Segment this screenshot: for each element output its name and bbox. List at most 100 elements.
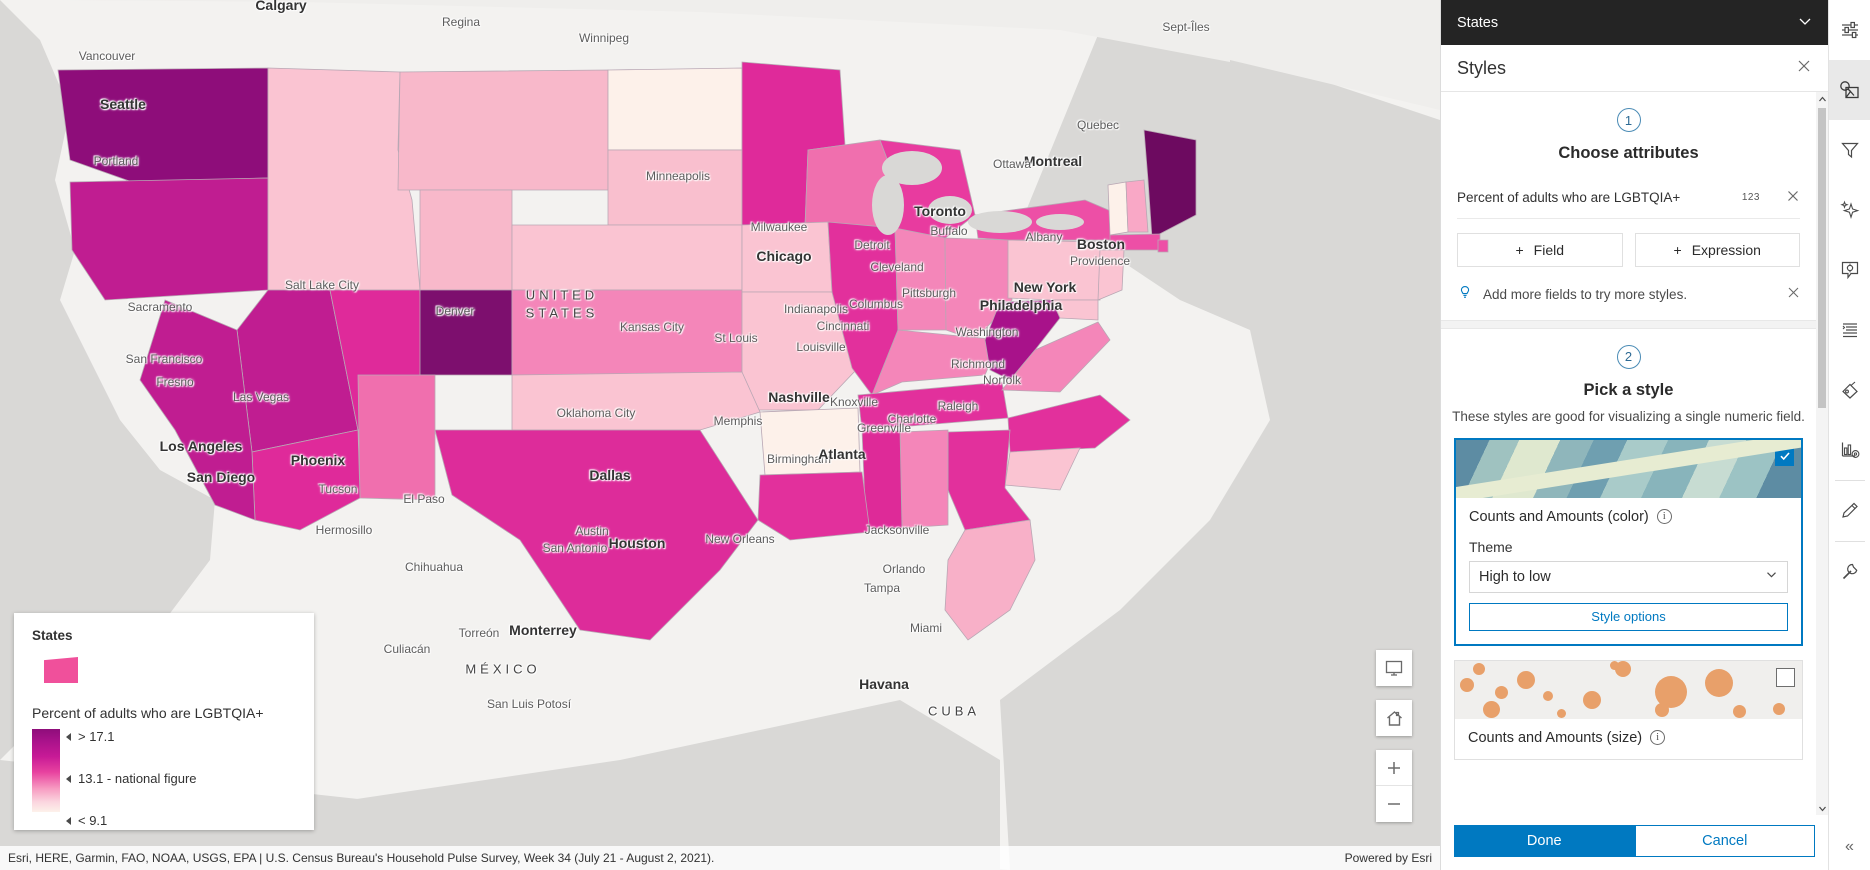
plus-icon xyxy=(1388,761,1400,774)
rail-item-styles[interactable] xyxy=(1828,60,1870,120)
plus-icon: + xyxy=(1673,241,1682,258)
labels-icon xyxy=(1842,323,1857,338)
step-2-title: Pick a style xyxy=(1583,380,1674,399)
style-title: Counts and Amounts (color) xyxy=(1469,508,1649,525)
style-card-title-row: Counts and Amounts (size) i xyxy=(1468,730,1789,746)
add-field-button[interactable]: + Field xyxy=(1457,232,1623,267)
legend-color-ramp xyxy=(32,729,60,812)
add-field-label: Field xyxy=(1533,241,1565,258)
panel-header: States xyxy=(1441,0,1828,45)
rail-item-edit[interactable] xyxy=(1829,481,1870,541)
legend-tick-label: > 17.1 xyxy=(78,729,115,744)
legend-field-label: Percent of adults who are LGBTQIA+ xyxy=(32,705,264,721)
zoom-in-button[interactable] xyxy=(1376,750,1412,786)
effects-icon xyxy=(1839,200,1859,220)
attribute-type-badge: 123 xyxy=(1741,191,1760,203)
style-options-button[interactable]: Style options xyxy=(1469,602,1788,631)
tip-row: Add more fields to try more styles. xyxy=(1457,285,1800,304)
bubble-dot xyxy=(1517,670,1535,689)
panel-subheader-title: Styles xyxy=(1457,57,1507,78)
theme-label: Theme xyxy=(1469,538,1513,555)
lightbulb-icon xyxy=(1457,285,1473,304)
info-icon[interactable]: i xyxy=(1650,730,1666,745)
filter-icon xyxy=(1840,142,1859,159)
step-1-badge: 1 xyxy=(1616,108,1641,132)
bubble-dot xyxy=(1733,704,1746,718)
scroll-up-arrow-icon[interactable] xyxy=(1816,92,1828,106)
tip-text: Add more fields to try more styles. xyxy=(1483,286,1688,302)
add-attribute-buttons: + Field + Expression xyxy=(1457,232,1800,267)
attribution-bar: Esri, HERE, Garmin, FAO, NOAA, USGS, EPA… xyxy=(0,846,1440,870)
styles-icon xyxy=(1840,80,1859,98)
legend-tick-arrow-icon xyxy=(66,816,71,825)
style-card-body: Counts and Amounts (size) i xyxy=(1455,719,1802,759)
scroll-down-arrow-icon[interactable] xyxy=(1816,801,1828,815)
zoom-out-button[interactable] xyxy=(1376,786,1412,822)
legend-title: States xyxy=(32,628,73,643)
style-card-counts-and-amounts-size[interactable]: Counts and Amounts (size) i xyxy=(1454,659,1803,760)
checkbox-checked-icon[interactable] xyxy=(1775,446,1794,466)
panel-scroll-area: 1 Choose attributes Percent of adults wh… xyxy=(1441,92,1816,815)
bubble-dot xyxy=(1473,662,1485,675)
bubble-dot xyxy=(1705,668,1733,697)
collapse-panel-button[interactable]: « xyxy=(1829,824,1870,870)
step-2-badge: 2 xyxy=(1616,344,1641,369)
dismiss-tip-icon[interactable] xyxy=(1787,286,1800,302)
bubble-dot xyxy=(1610,660,1619,670)
plus-icon: + xyxy=(1515,241,1524,258)
close-icon[interactable] xyxy=(1796,58,1812,79)
home-button[interactable] xyxy=(1376,700,1412,736)
rail-item-fields[interactable] xyxy=(1829,300,1870,360)
legend-panel: States Percent of adults who are LGBTQIA… xyxy=(14,613,314,830)
panel-body: 1 Choose attributes Percent of adults wh… xyxy=(1441,92,1828,815)
step-2-description: These styles are good for visualizing a … xyxy=(1452,408,1805,424)
legend-layer-swatch xyxy=(44,657,78,683)
panel-scrollbar[interactable] xyxy=(1816,92,1828,815)
chevron-down-icon[interactable] xyxy=(1798,14,1812,32)
rail-item-properties[interactable] xyxy=(1829,0,1870,60)
bubble-dot xyxy=(1655,702,1669,717)
done-button[interactable]: Done xyxy=(1454,825,1635,857)
rail-item-effects[interactable] xyxy=(1829,180,1870,240)
attribute-name: Percent of adults who are LGBTQIA+ xyxy=(1457,189,1681,205)
display-toggle-button[interactable] xyxy=(1376,650,1412,686)
style-card-title-row: Counts and Amounts (color) i xyxy=(1469,509,1788,525)
map-viewport[interactable]: Calgary Regina Winnipeg Sept-Îles Vancouver S… xyxy=(0,0,1440,870)
legend-tick-label: 13.1 - national figure xyxy=(78,771,197,786)
rail-item-filter[interactable] xyxy=(1829,120,1870,180)
bubble-dot xyxy=(1583,690,1601,709)
add-expression-button[interactable]: + Expression xyxy=(1634,232,1800,267)
properties-icon xyxy=(1841,21,1858,39)
panel-subheader: Styles xyxy=(1441,45,1828,92)
minus-icon xyxy=(1388,803,1400,805)
rail-item-tools[interactable] xyxy=(1829,542,1870,602)
legend-tick-label: < 9.1 xyxy=(78,813,108,828)
checkbox-unchecked-icon[interactable] xyxy=(1776,667,1795,687)
monitor-icon xyxy=(1385,660,1403,676)
bubble-dot xyxy=(1495,685,1508,699)
attribute-row: Percent of adults who are LGBTQIA+ 123 xyxy=(1457,189,1800,219)
theme-select[interactable]: High to low xyxy=(1469,560,1788,593)
popups-icon xyxy=(1841,261,1858,280)
add-expression-label: Expression xyxy=(1691,241,1761,258)
style-thumbnail-size xyxy=(1455,660,1802,719)
styles-side-panel: States Styles 1 Choose attributes Percen… xyxy=(1440,0,1828,870)
theme-selected-value: High to low xyxy=(1479,568,1551,585)
rail-item-popups[interactable] xyxy=(1829,240,1870,300)
info-icon[interactable]: i xyxy=(1656,509,1672,524)
legend-tick-arrow-icon xyxy=(66,774,71,783)
edit-icon xyxy=(1841,502,1858,518)
cancel-button[interactable]: Cancel xyxy=(1634,825,1815,857)
bubble-dot xyxy=(1557,708,1566,718)
style-card-counts-and-amounts-color[interactable]: Counts and Amounts (color) i Theme High … xyxy=(1454,437,1803,646)
bubble-dot xyxy=(1460,677,1474,692)
rail-item-labels[interactable] xyxy=(1829,360,1870,420)
bubble-dot xyxy=(1483,700,1500,718)
remove-attribute-icon[interactable] xyxy=(1786,189,1800,206)
charts-icon xyxy=(1841,442,1859,458)
chevron-down-icon xyxy=(1765,568,1778,585)
panel-footer: Done Cancel xyxy=(1441,815,1828,870)
rail-item-charts[interactable] xyxy=(1829,420,1870,480)
map-controls xyxy=(1376,650,1412,822)
scrollbar-thumb[interactable] xyxy=(1818,108,1826,408)
